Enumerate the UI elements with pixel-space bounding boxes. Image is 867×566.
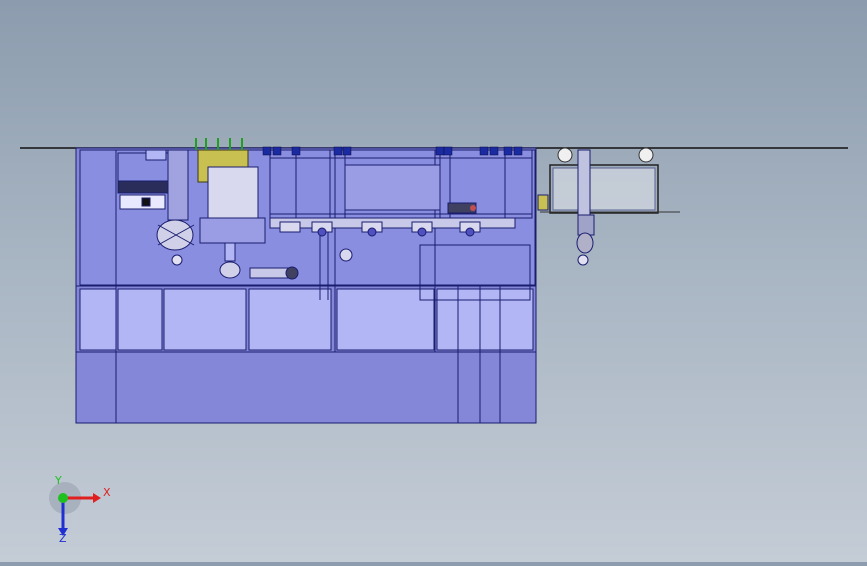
orientation-triad: X Y Z: [45, 474, 125, 547]
cad-model-drawing[interactable]: [0, 0, 867, 562]
y-axis-label: Y: [55, 474, 62, 487]
left-cabinet: [117, 149, 169, 210]
z-axis-label: Z: [59, 532, 67, 545]
x-axis-label: X: [103, 486, 111, 499]
x-axis-head: [93, 493, 101, 503]
external-robot: [537, 147, 680, 266]
y-axis-dot: [58, 493, 68, 503]
motor-indicator: [470, 205, 476, 211]
triad-graphic: [49, 482, 101, 536]
cad-viewport[interactable]: X Y Z: [0, 0, 867, 562]
